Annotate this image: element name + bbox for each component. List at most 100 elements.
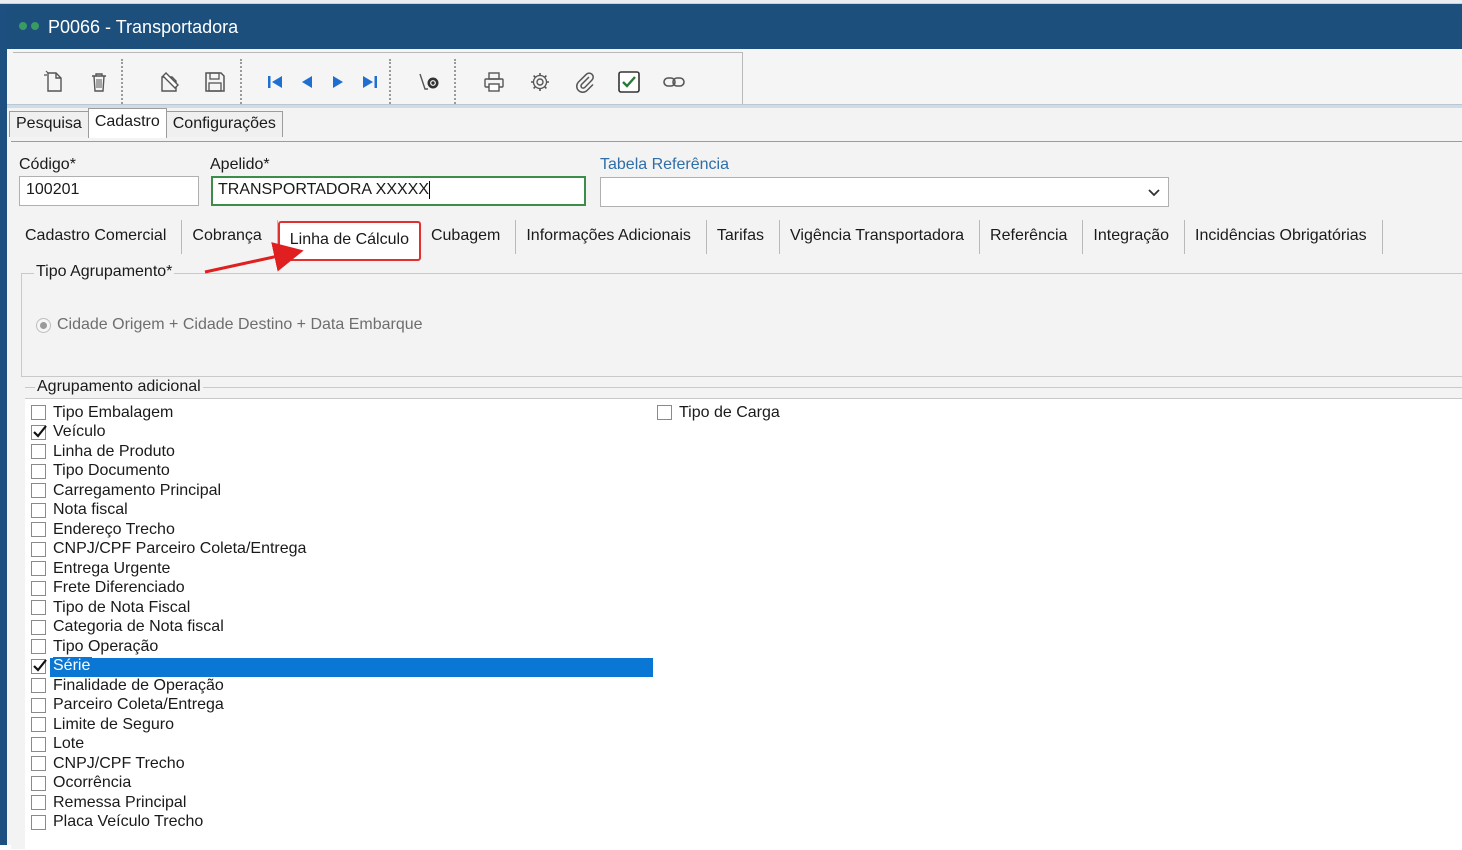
checkbox-icon[interactable] — [31, 502, 46, 518]
checkbox-item[interactable]: Endereço Trecho — [31, 520, 175, 540]
tab-referencia[interactable]: Referência — [980, 220, 1084, 254]
checkbox-item[interactable]: Categoria de Nota fiscal — [31, 618, 224, 638]
apelido-field[interactable]: TRANSPORTADORA XXXXX — [211, 176, 586, 206]
tab-integracao[interactable]: Integração — [1083, 220, 1186, 254]
new-icon[interactable] — [41, 69, 67, 95]
first-icon[interactable] — [262, 69, 288, 95]
print-icon[interactable] — [481, 69, 507, 95]
checkbox-icon[interactable] — [31, 736, 46, 752]
tipo-agrupamento-group: Tipo Agrupamento* Cidade Origem + Cidade… — [21, 263, 1462, 377]
checkbox-icon[interactable] — [31, 405, 46, 421]
window-title: P0066 - Transportadora — [48, 17, 239, 37]
checkbox-icon[interactable] — [31, 697, 46, 713]
link-icon[interactable] — [661, 69, 687, 95]
checkbox-checked-icon[interactable] — [31, 424, 47, 440]
checkbox-item[interactable]: Placa Veículo Trecho — [31, 813, 203, 833]
checkbox-icon[interactable] — [657, 405, 672, 421]
checkbox-icon[interactable] — [31, 639, 46, 655]
checkbox-item[interactable]: Frete Diferenciado — [31, 579, 185, 599]
checkbox-item[interactable]: CNPJ/CPF Parceiro Coleta/Entrega — [31, 540, 306, 560]
checkbox-item[interactable]: Linha de Produto — [31, 442, 175, 462]
attach-icon[interactable] — [572, 69, 598, 95]
checkbox-item[interactable]: Série — [31, 657, 93, 677]
checkbox-icon[interactable] — [31, 463, 46, 479]
apelido-value: TRANSPORTADORA XXXXX — [218, 181, 430, 199]
tab-tarifas[interactable]: Tarifas — [706, 220, 780, 254]
next-icon[interactable] — [325, 69, 351, 95]
checkbox-item[interactable]: Tipo Documento — [31, 462, 170, 482]
tab-cadastro[interactable]: Cadastro — [87, 108, 167, 138]
checkbox-icon[interactable] — [31, 756, 46, 772]
checkbox-item-tipo-de-carga[interactable]: Tipo de Carga — [657, 403, 780, 423]
tab-linha-de-calculo[interactable]: Linha de Cálculo — [277, 221, 421, 261]
tab-cubagem[interactable]: Cubagem — [420, 220, 517, 254]
checkbox-icon[interactable] — [31, 814, 46, 830]
tabela-referencia-label[interactable]: Tabela Referência — [600, 156, 729, 174]
checkbox-icon[interactable] — [31, 600, 46, 616]
delete-icon[interactable] — [86, 69, 112, 95]
tab-informacoes-adicionais[interactable]: Informações Adicionais — [516, 220, 707, 254]
checkbox-item[interactable]: Entrega Urgente — [31, 559, 170, 579]
toolbar-divider — [7, 104, 1462, 108]
checkbox-icon[interactable] — [31, 444, 46, 460]
radio-icon[interactable] — [36, 317, 51, 333]
checkbox-icon[interactable] — [31, 795, 46, 811]
checkbox-item[interactable]: Tipo Embalagem — [31, 403, 173, 423]
checkbox-label: Categoria de Nota fiscal — [53, 618, 224, 636]
search-records-icon[interactable] — [416, 69, 442, 95]
apelido-label: Apelido* — [210, 156, 270, 173]
toolbar-separator — [454, 59, 456, 107]
previous-icon[interactable] — [294, 69, 320, 95]
save-icon[interactable] — [202, 69, 228, 95]
tab-cadastro-comercial[interactable]: Cadastro Comercial — [15, 220, 183, 254]
edit-icon[interactable] — [157, 69, 183, 95]
checkbox-item[interactable]: Parceiro Coleta/Entrega — [31, 696, 224, 716]
checkbox-icon[interactable] — [31, 619, 46, 635]
checkbox-item[interactable]: Finalidade de Operação — [31, 676, 224, 696]
checkbox-item[interactable]: Limite de Seguro — [31, 715, 174, 735]
checkbox-item[interactable]: Remessa Principal — [31, 793, 186, 813]
checkbox-label: Placa Veículo Trecho — [53, 813, 204, 831]
checkbox-label: Tipo de Carga — [679, 403, 780, 421]
checkbox-icon[interactable] — [31, 678, 46, 694]
checkbox-checked-icon[interactable] — [31, 658, 47, 674]
checklist-icon[interactable] — [616, 69, 642, 95]
checkbox-icon[interactable] — [31, 483, 46, 499]
checkbox-item[interactable]: Lote — [31, 735, 84, 755]
checkbox-label: Tipo de Nota Fiscal — [53, 598, 191, 616]
checkbox-icon[interactable] — [31, 561, 46, 577]
tabela-referencia-select[interactable] — [600, 177, 1169, 207]
checkbox-item[interactable]: Tipo de Nota Fiscal — [31, 598, 190, 618]
checkbox-item[interactable]: Veículo — [31, 423, 105, 443]
tab-pesquisa[interactable]: Pesquisa — [9, 111, 89, 137]
checkbox-icon[interactable] — [31, 541, 46, 557]
last-icon[interactable] — [357, 69, 383, 95]
checkbox-label: Carregamento Principal — [53, 481, 222, 499]
checkbox-label: CNPJ/CPF Parceiro Coleta/Entrega — [53, 540, 307, 558]
tab-configuracoes[interactable]: Configurações — [165, 111, 283, 137]
checkbox-item[interactable]: Carregamento Principal — [31, 481, 221, 501]
checkbox-label: Nota fiscal — [53, 501, 128, 519]
checkbox-item[interactable]: Ocorrência — [31, 774, 131, 794]
settings-icon[interactable] — [527, 69, 553, 95]
toolbar — [7, 49, 1462, 107]
toolbar-separator — [389, 59, 391, 107]
app-window: P0066 - Transportadora Pesquisa Cadastro… — [6, 4, 1462, 850]
checkbox-item[interactable]: Nota fiscal — [31, 501, 128, 521]
checkbox-icon[interactable] — [31, 717, 46, 733]
tipo-agrupamento-option[interactable]: Cidade Origem + Cidade Destino + Data Em… — [36, 316, 423, 334]
checkbox-item[interactable]: Tipo Operação — [31, 637, 158, 657]
checkbox-label: Limite de Seguro — [53, 715, 174, 733]
title-bar: P0066 - Transportadora — [7, 4, 1462, 49]
checkbox-icon[interactable] — [31, 522, 46, 538]
chevron-down-icon — [1148, 189, 1160, 197]
checkbox-icon[interactable] — [31, 580, 46, 596]
tipo-agrupamento-option-label: Cidade Origem + Cidade Destino + Data Em… — [57, 316, 423, 333]
tab-incidencias-obrigatorias[interactable]: Incidências Obrigatórias — [1185, 220, 1383, 254]
tab-cobranca[interactable]: Cobrança — [182, 220, 278, 254]
codigo-field[interactable]: 100201 — [19, 176, 199, 206]
checkbox-label: Endereço Trecho — [53, 520, 175, 538]
checkbox-item[interactable]: CNPJ/CPF Trecho — [31, 754, 185, 774]
checkbox-icon[interactable] — [31, 775, 46, 791]
tab-vigencia-transportadora[interactable]: Vigência Transportadora — [780, 220, 981, 254]
